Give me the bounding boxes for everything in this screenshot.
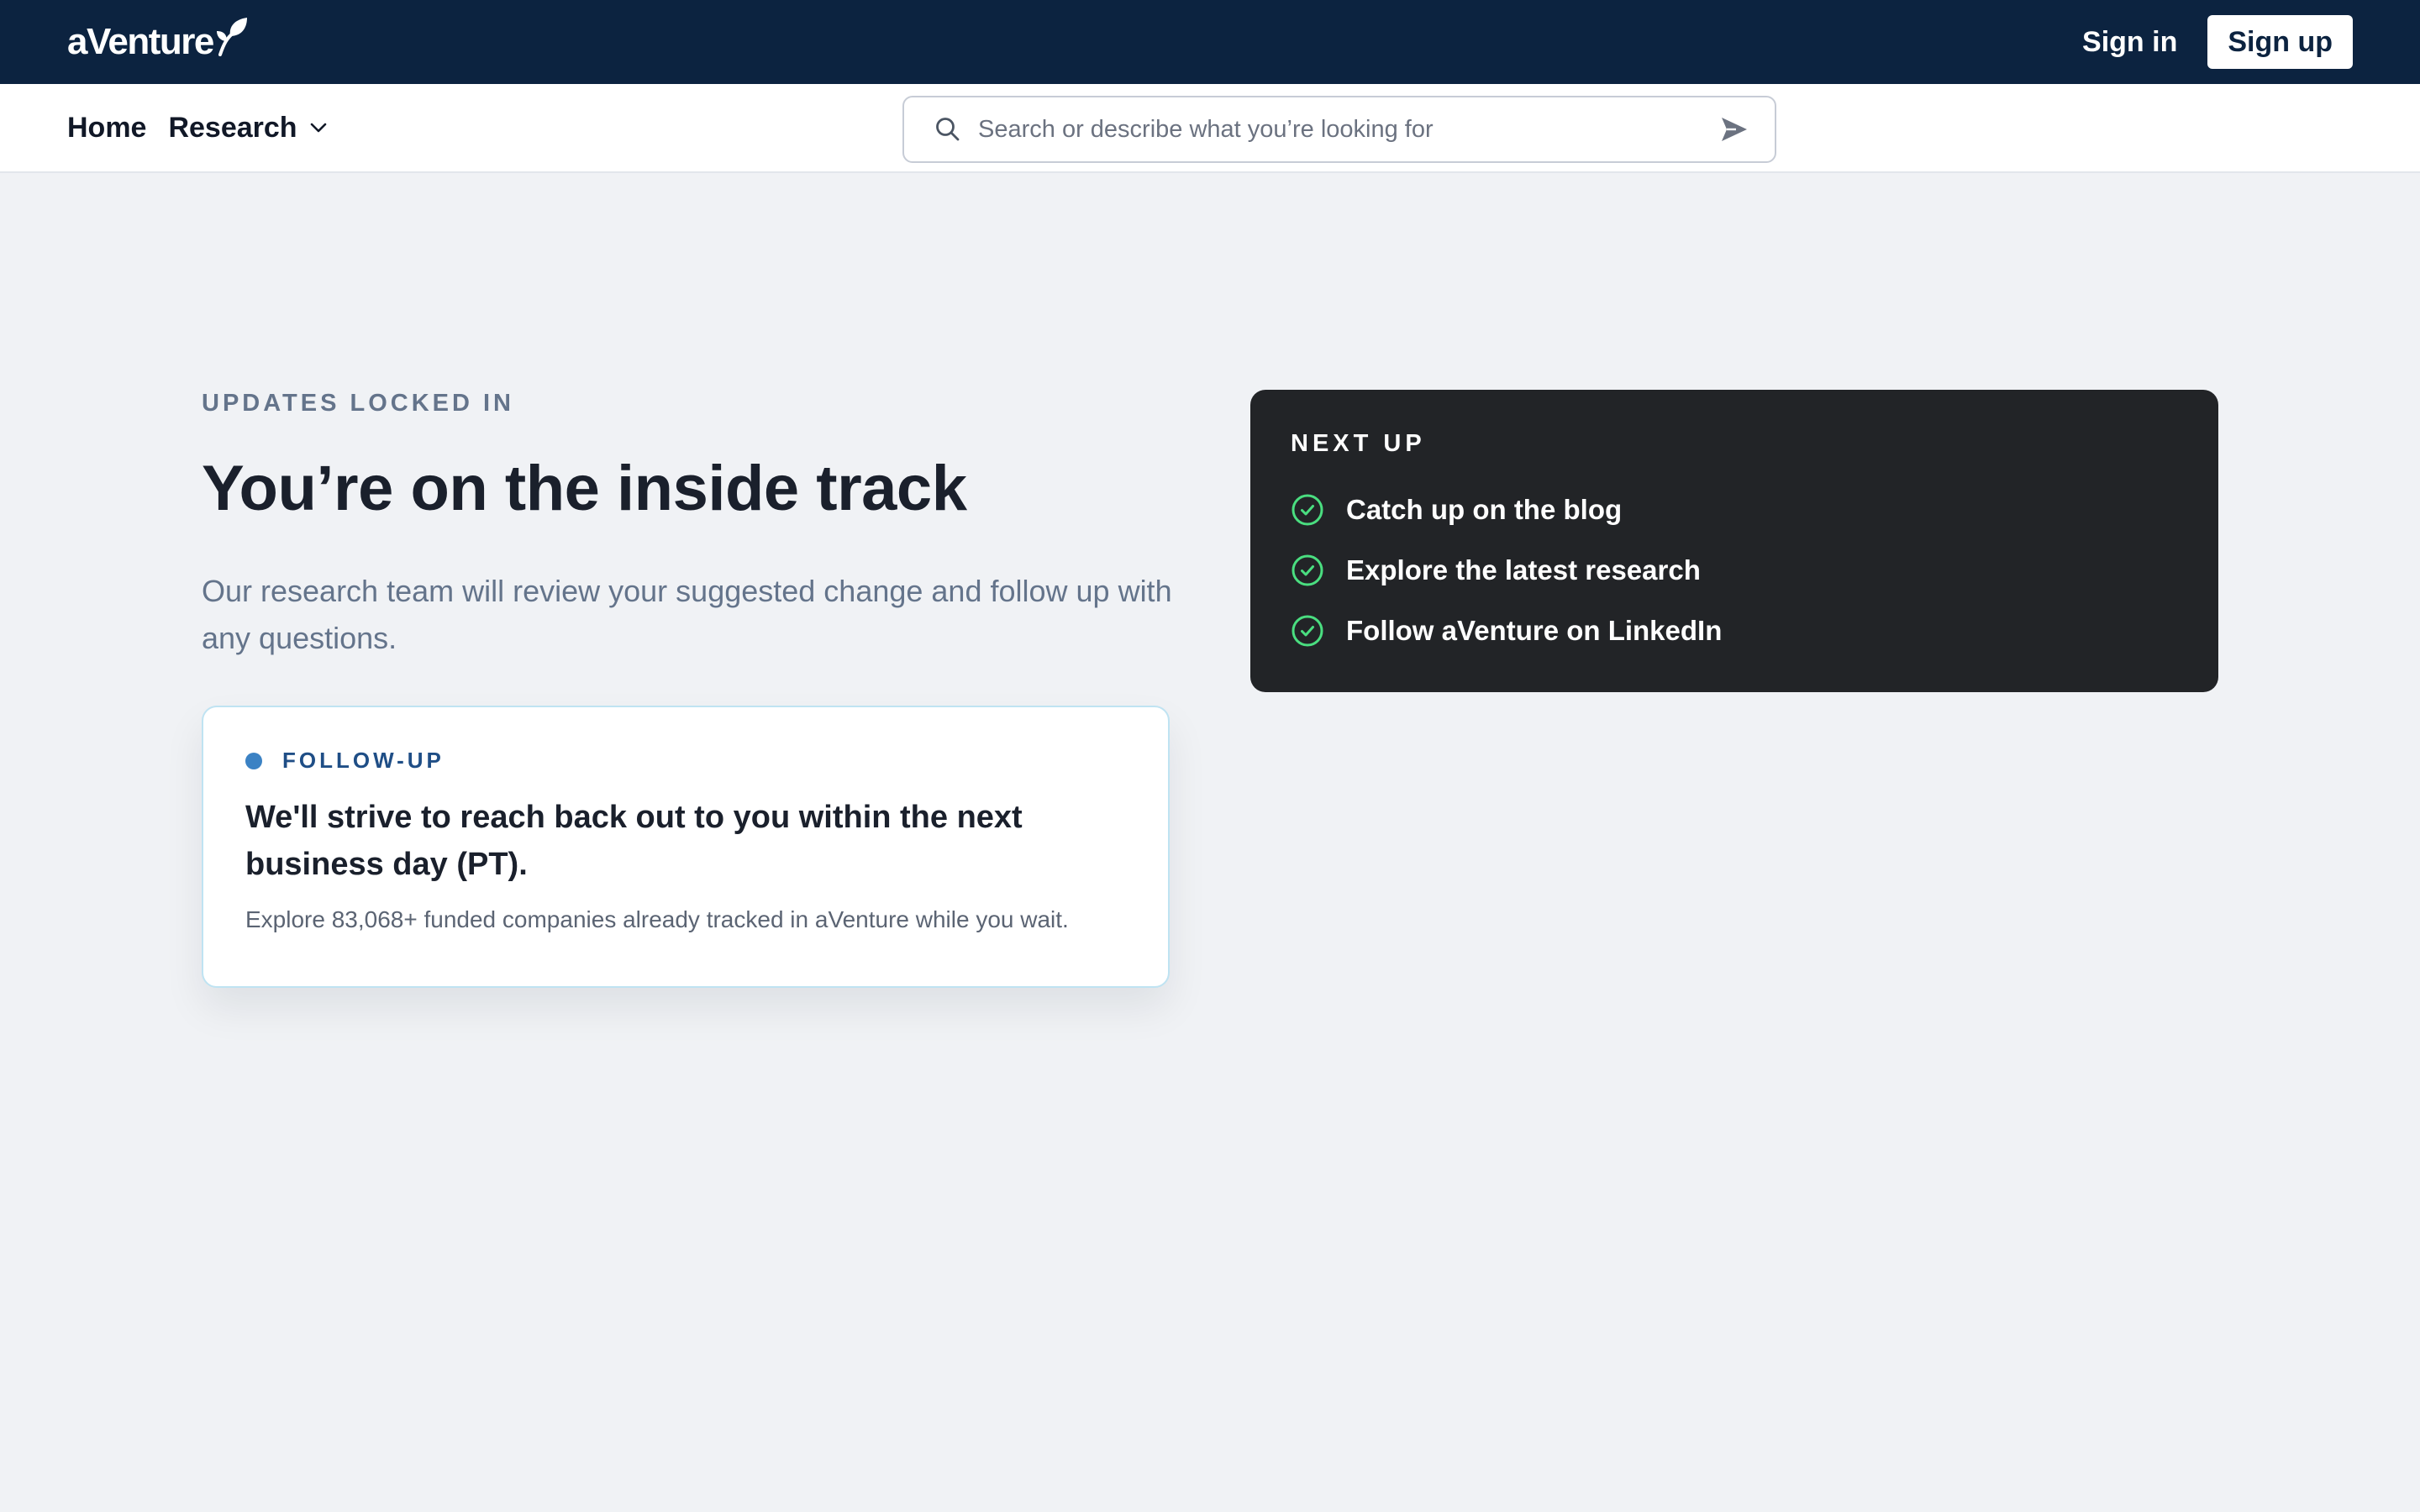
page-title: You’re on the inside track — [202, 453, 967, 524]
next-up-title: NEXT UP — [1291, 430, 1426, 457]
next-up-item-label: Explore the latest research — [1346, 554, 1701, 585]
next-up-item-blog[interactable]: Catch up on the blog — [1291, 480, 2178, 540]
search-input[interactable] — [978, 115, 1719, 144]
logo[interactable]: aVenture — [67, 18, 249, 63]
check-circle-icon — [1292, 615, 1323, 647]
check-circle-icon — [1292, 494, 1323, 526]
nav-links: Home Research — [67, 84, 328, 171]
check-circle-icon — [1292, 554, 1323, 586]
follow-up-subtitle: Explore 83,068+ funded companies already… — [245, 906, 1069, 932]
send-icon[interactable] — [1719, 115, 1749, 144]
next-up-item-research[interactable]: Explore the latest research — [1291, 540, 2178, 601]
sign-in-link[interactable]: Sign in — [2082, 26, 2177, 59]
next-up-item-label: Catch up on the blog — [1346, 494, 1623, 525]
top-bar: aVenture Sign in Sign up — [0, 0, 2420, 84]
nav-bar: Home Research — [0, 84, 2420, 173]
nav-item-research[interactable]: Research — [168, 112, 327, 144]
sign-up-button[interactable]: Sign up — [2207, 15, 2353, 69]
follow-up-badge: FOLLOW-UP — [245, 748, 1126, 774]
next-up-item-label: Follow aVenture on LinkedIn — [1346, 615, 1723, 646]
next-up-card: NEXT UP Catch up on the blog Explore the… — [1250, 390, 2218, 692]
lead-paragraph: Our research team will review your sugge… — [202, 574, 1172, 655]
logo-text: aVenture — [67, 21, 214, 62]
search-icon — [936, 118, 960, 141]
follow-up-badge-label: FOLLOW-UP — [282, 748, 445, 773]
chevron-down-icon — [310, 123, 326, 133]
follow-up-card: FOLLOW-UP We'll strive to reach back out… — [202, 706, 1170, 988]
next-up-list: Catch up on the blog Explore the latest … — [1291, 480, 2178, 661]
nav-item-home[interactable]: Home — [67, 112, 146, 144]
sprout-icon — [216, 18, 247, 56]
nav-item-label: Research — [168, 111, 297, 144]
follow-up-title: We'll strive to reach back out to you wi… — [245, 800, 1023, 882]
eyebrow-label: UPDATES LOCKED IN — [202, 390, 514, 417]
status-dot-icon — [245, 752, 262, 769]
auth-actions: Sign in Sign up — [2082, 15, 2353, 69]
search-bar — [902, 96, 1776, 163]
nav-item-label: Home — [67, 111, 147, 144]
next-up-item-linkedin[interactable]: Follow aVenture on LinkedIn — [1291, 601, 2178, 661]
